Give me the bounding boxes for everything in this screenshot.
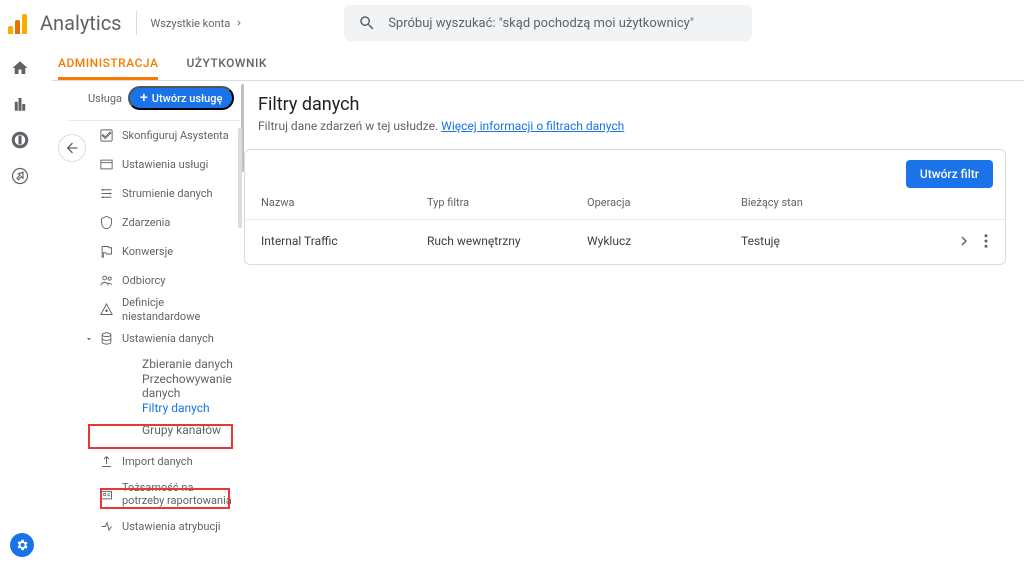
sidebar-item-import[interactable]: Import danych [68,447,240,476]
identity-icon [98,486,114,502]
admin-sidebar: Usługa +Utwórz usługę Skonfiguruj Asyste… [68,84,240,569]
sidebar-sub-retention[interactable]: Przechowywanie danych [82,375,240,397]
sidebar-item-data-settings[interactable]: Ustawienia danych [68,324,240,353]
sidebar-item-events[interactable]: Zdarzenia [68,208,240,237]
left-rail [0,46,40,569]
sidebar-item-audiences[interactable]: Odbiorcy [68,266,240,295]
search-placeholder: Spróbuj wyszukać: "skąd pochodzą moi uży… [388,16,694,31]
chevron-right-icon[interactable] [955,232,973,250]
upload-icon [98,454,114,470]
more-vert-icon[interactable] [977,232,995,250]
sidebar-sub-filters[interactable]: Filtry danych [82,397,240,419]
scrollbar[interactable] [238,128,242,228]
search-input[interactable]: Spróbuj wyszukać: "skąd pochodzą moi uży… [344,5,752,41]
database-icon [98,331,114,347]
learn-more-link[interactable]: Więcej informacji o filtrach danych [441,119,624,133]
rail-advertising[interactable] [6,162,34,190]
sidebar-item-streams[interactable]: Strumienie danych [68,179,240,208]
rail-reports[interactable] [6,90,34,118]
filters-card: Utwórz filtr Nazwa Typ filtra Operacja B… [244,149,1006,265]
analytics-logo [8,12,30,34]
flag-icon [98,244,114,260]
rail-explore[interactable] [6,126,34,154]
window-icon [98,157,114,173]
table-header: Nazwa Typ filtra Operacja Bieżący stan [245,188,1005,219]
col-operation: Operacja [587,196,741,209]
page-title: Filtry danych [258,94,1006,115]
sidebar-item-attribution[interactable]: Ustawienia atrybucji [68,512,240,541]
stream-icon [98,186,114,202]
cell-name: Internal Traffic [261,234,427,248]
table-row[interactable]: Internal Traffic Ruch wewnętrzny Wyklucz… [245,219,1005,264]
main-content: Filtry danych Filtruj dane zdarzeń w tej… [244,84,1006,265]
breadcrumb-label: Wszystkie konta [151,17,231,30]
tab-administration[interactable]: ADMINISTRACJA [58,48,158,80]
sidebar-item-identity[interactable]: Tożsamość na potrzeby raportowania [68,476,240,512]
settings-fab[interactable] [10,533,34,557]
tab-user[interactable]: UŻYTKOWNIK [186,48,267,80]
cell-state: Testuję [741,234,955,248]
sidebar-item-conversions[interactable]: Konwersje [68,237,240,266]
checkbox-icon [98,128,114,144]
account-breadcrumb[interactable]: Wszystkie konta [151,17,245,30]
page-subtitle: Filtruj dane zdarzeń w tej usłudze. Więc… [258,119,1006,133]
col-name: Nazwa [261,196,427,209]
sidebar-item-assistant[interactable]: Skonfiguruj Asystenta [68,121,240,150]
cell-type: Ruch wewnętrzny [427,234,587,248]
triangle-icon [98,302,114,318]
col-state: Bieżący stan [741,196,961,209]
create-filter-button[interactable]: Utwórz filtr [906,160,993,188]
sidebar-item-settings[interactable]: Ustawienia usługi [68,150,240,179]
sidebar-sub-channels[interactable]: Grupy kanałów [82,419,240,441]
chevron-right-icon [234,18,244,28]
event-icon [98,215,114,231]
sidebar-item-custom-defs[interactable]: Definicje niestandardowe [68,295,240,324]
people-icon [98,273,114,289]
create-service-button[interactable]: +Utwórz usługę [128,86,234,110]
search-icon [358,14,376,32]
plus-icon: + [140,91,148,105]
caret-down-icon [84,334,94,344]
attribution-icon [98,519,114,535]
product-name: Analytics [40,11,122,35]
service-column-label: Usługa [88,92,122,105]
rail-home[interactable] [6,54,34,82]
cell-operation: Wyklucz [587,234,741,248]
col-type: Typ filtra [427,196,587,209]
